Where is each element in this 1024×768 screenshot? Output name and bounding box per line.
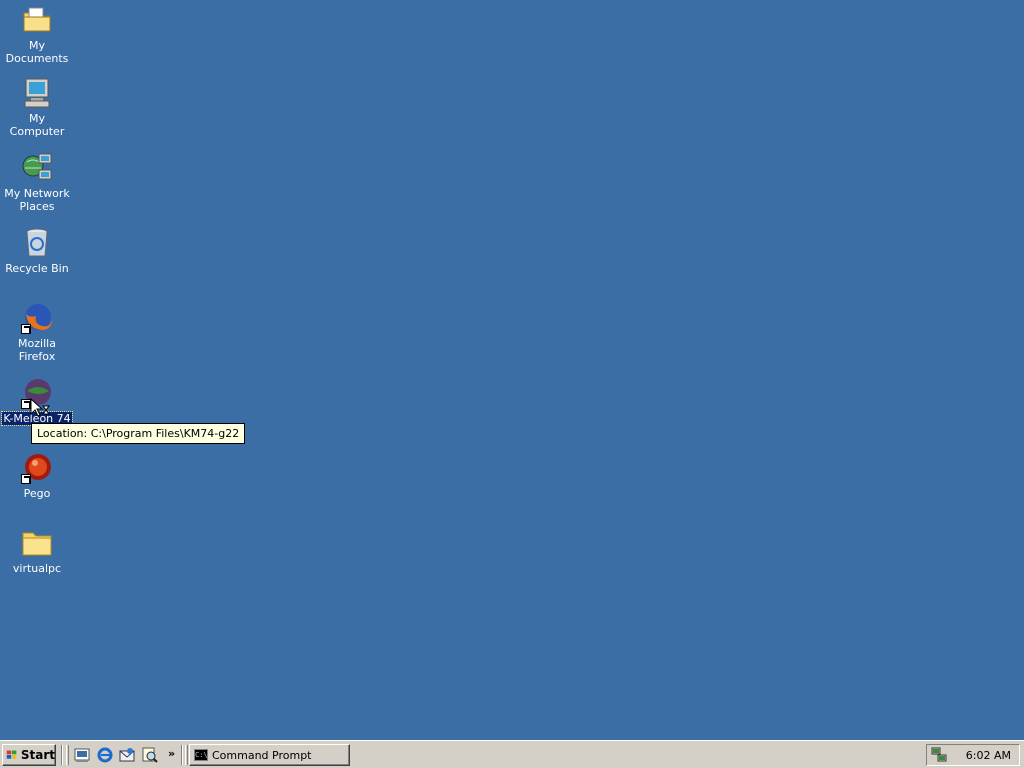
desktop-icon-label: virtualpc — [12, 562, 62, 575]
shortcut-arrow-icon — [21, 474, 31, 484]
quick-launch-chevron[interactable]: » — [168, 747, 175, 760]
location-tooltip: Location: C:\Program Files\KM74-g22 — [31, 423, 246, 444]
recycle-bin-icon — [21, 227, 53, 259]
shortcut-arrow-icon — [21, 324, 31, 334]
desktop-icon-my-network-places[interactable]: My Network Places — [0, 152, 74, 213]
taskbar-separator — [181, 745, 183, 765]
pego-icon — [21, 452, 53, 484]
start-button[interactable]: Start — [2, 744, 56, 766]
desktop-icon-label: My Computer — [9, 112, 65, 138]
computer-icon — [21, 77, 53, 109]
desktop-icon-recycle-bin[interactable]: Recycle Bin — [0, 227, 74, 275]
start-label: Start — [20, 748, 55, 762]
network-icon[interactable] — [931, 747, 947, 763]
desktop-icon-label: My Network Places — [4, 187, 70, 213]
windows-logo-icon — [6, 750, 17, 759]
busy-cursor-icon — [30, 398, 50, 417]
command-prompt-icon: C:\ — [194, 749, 208, 761]
clock[interactable]: 6:02 AM — [966, 749, 1011, 762]
taskbar-separator — [61, 745, 63, 765]
internet-explorer-icon[interactable] — [97, 747, 113, 763]
outlook-express-icon[interactable] — [119, 747, 135, 763]
desktop-icon-label: Pego — [23, 487, 51, 500]
search-icon[interactable] — [142, 747, 158, 763]
desktop-icon-label: Recycle Bin — [5, 262, 69, 275]
desktop-icon-mozilla-firefox[interactable]: Mozilla Firefox — [0, 302, 74, 363]
desktop-icon-virtualpc[interactable]: virtualpc — [0, 527, 74, 575]
task-label: Command Prompt — [212, 748, 312, 762]
desktop[interactable]: My Documents My Computer My Network Plac… — [0, 0, 1024, 740]
desktop-icon-my-computer[interactable]: My Computer — [0, 77, 74, 138]
task-list-grip[interactable] — [185, 745, 188, 765]
desktop-icon-label: My Documents — [5, 39, 69, 65]
network-places-icon — [21, 152, 53, 184]
taskbar: Start » C:\ Command Prompt 6:02 AM — [0, 740, 1024, 768]
desktop-icon-my-documents[interactable]: My Documents — [0, 4, 74, 65]
firefox-icon — [21, 302, 53, 334]
desktop-icon-pego[interactable]: Pego — [0, 452, 74, 500]
desktop-icon-label: Mozilla Firefox — [18, 337, 56, 363]
my-documents-folder-icon — [21, 4, 53, 36]
quick-launch-grip[interactable] — [66, 745, 69, 765]
system-tray: 6:02 AM — [926, 744, 1020, 766]
folder-icon — [21, 527, 53, 559]
taskbar-button-command-prompt[interactable]: C:\ Command Prompt — [189, 744, 350, 766]
show-desktop-icon[interactable] — [74, 747, 90, 763]
